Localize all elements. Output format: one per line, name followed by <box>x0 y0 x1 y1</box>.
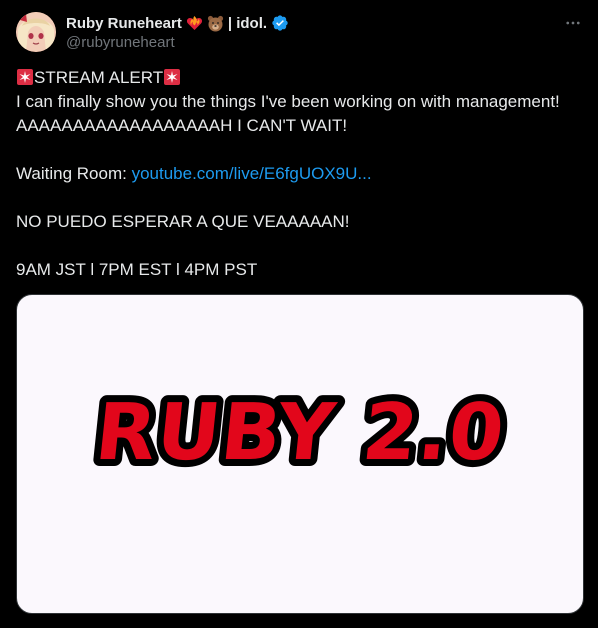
more-options-icon[interactable] <box>562 12 584 34</box>
tweet-line-2: AAAAAAAAAAAAAAAAAAH I CAN'T WAIT! <box>16 116 348 135</box>
waiting-room-label: Waiting Room: <box>16 164 132 183</box>
tweet-text: STREAM ALERT I can finally show you the … <box>16 66 586 282</box>
tweet[interactable]: Ruby Runeheart | idol. @rubyruneheart ST… <box>0 0 598 628</box>
siren-emoji <box>163 68 181 86</box>
siren-emoji <box>16 68 34 86</box>
bear-emoji <box>207 15 224 32</box>
heart-on-fire-emoji <box>186 15 203 32</box>
author-handle[interactable]: @rubyruneheart <box>66 34 175 51</box>
waiting-room-link[interactable]: youtube.com/live/E6fgUOX9U... <box>132 164 372 183</box>
waiting-room-line: Waiting Room: youtube.com/live/E6fgUOX9U… <box>16 162 586 186</box>
stream-alert-text: STREAM ALERT <box>34 68 164 87</box>
tweet-line-1: I can finally show you the things I've b… <box>16 92 560 111</box>
logo-text: RUBY 2.0 <box>91 387 509 478</box>
author-name-row: Ruby Runeheart | idol. <box>66 12 289 34</box>
author-display-name[interactable]: Ruby Runeheart <box>66 15 182 32</box>
tweet-media-image[interactable]: RUBY 2.0 RUBY 2.0 <box>16 294 584 614</box>
stream-alert-line: STREAM ALERT <box>16 66 586 90</box>
avatar[interactable] <box>16 12 56 52</box>
spanish-line: NO PUEDO ESPERAR A QUE VEAAAAAN! <box>16 212 350 231</box>
author-name-suffix: | idol. <box>227 14 268 32</box>
schedule-line: 9AM JST l 7PM EST l 4PM PST <box>16 260 258 279</box>
verified-badge-icon[interactable] <box>271 14 289 32</box>
